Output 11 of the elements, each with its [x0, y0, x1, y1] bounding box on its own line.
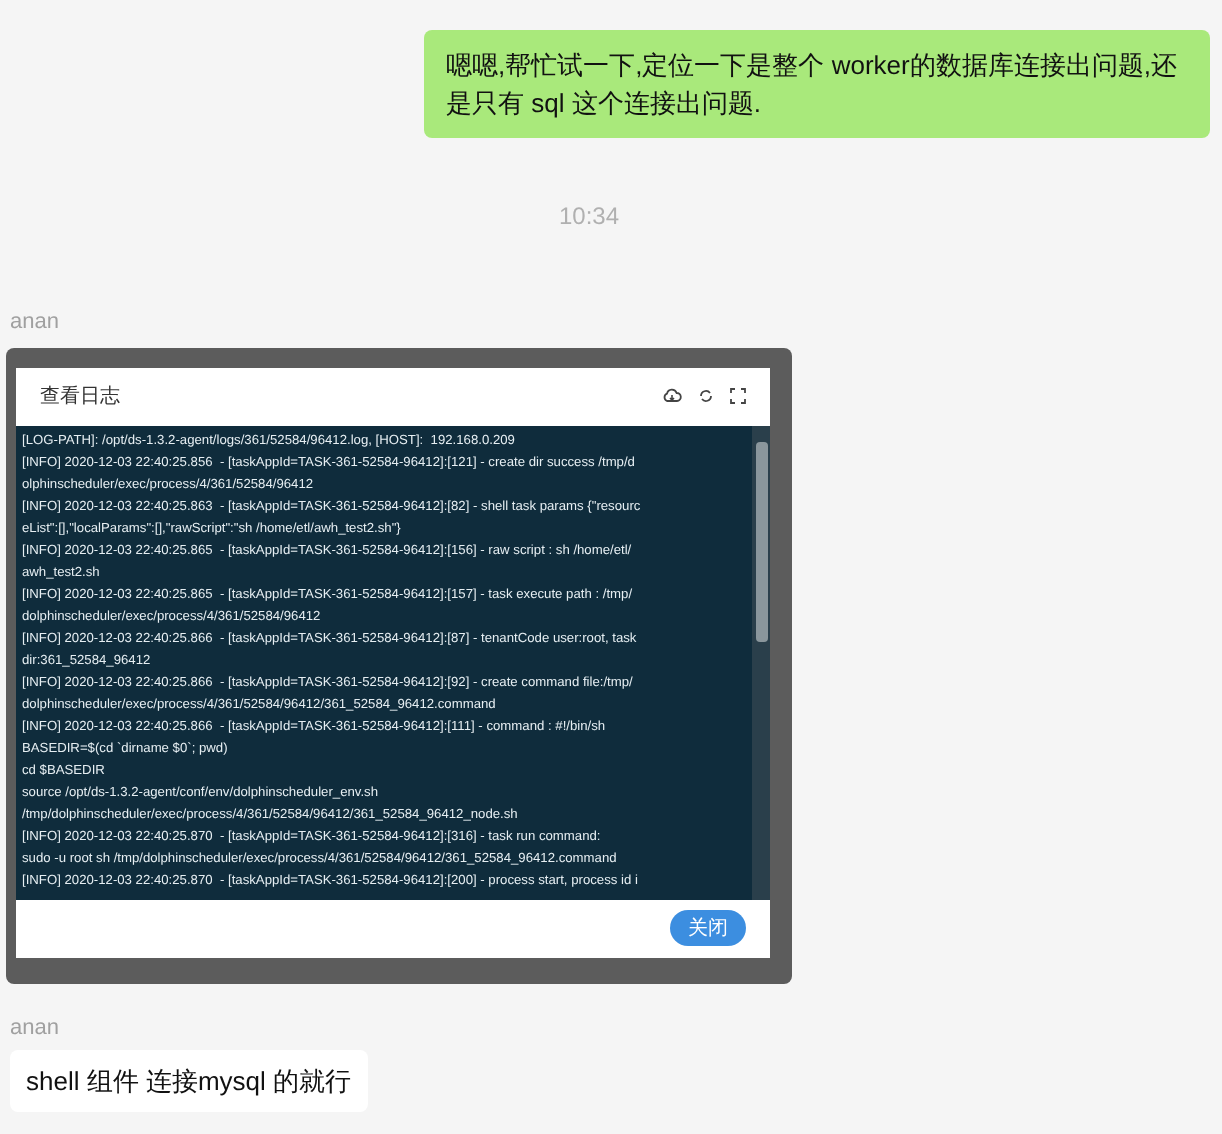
fullscreen-icon[interactable]	[730, 388, 746, 404]
dialog-title: 查看日志	[40, 383, 120, 411]
sender-name: anan	[10, 1013, 61, 1043]
sender-name: anan	[10, 308, 61, 338]
timestamp: 10:34	[558, 200, 620, 234]
message-bubble: shell 组件 连接mysql 的就行	[10, 1050, 368, 1112]
close-button[interactable]: 关闭	[670, 910, 746, 946]
cloud-download-icon[interactable]	[662, 388, 682, 404]
scrollbar[interactable]	[752, 425, 770, 899]
message-bubble: 嗯嗯,帮忙试一下,定位一下是整个 worker的数据库连接出问题,还是只有 sql 这个连接出问题.	[424, 30, 1210, 138]
refresh-icon[interactable]	[698, 388, 714, 404]
